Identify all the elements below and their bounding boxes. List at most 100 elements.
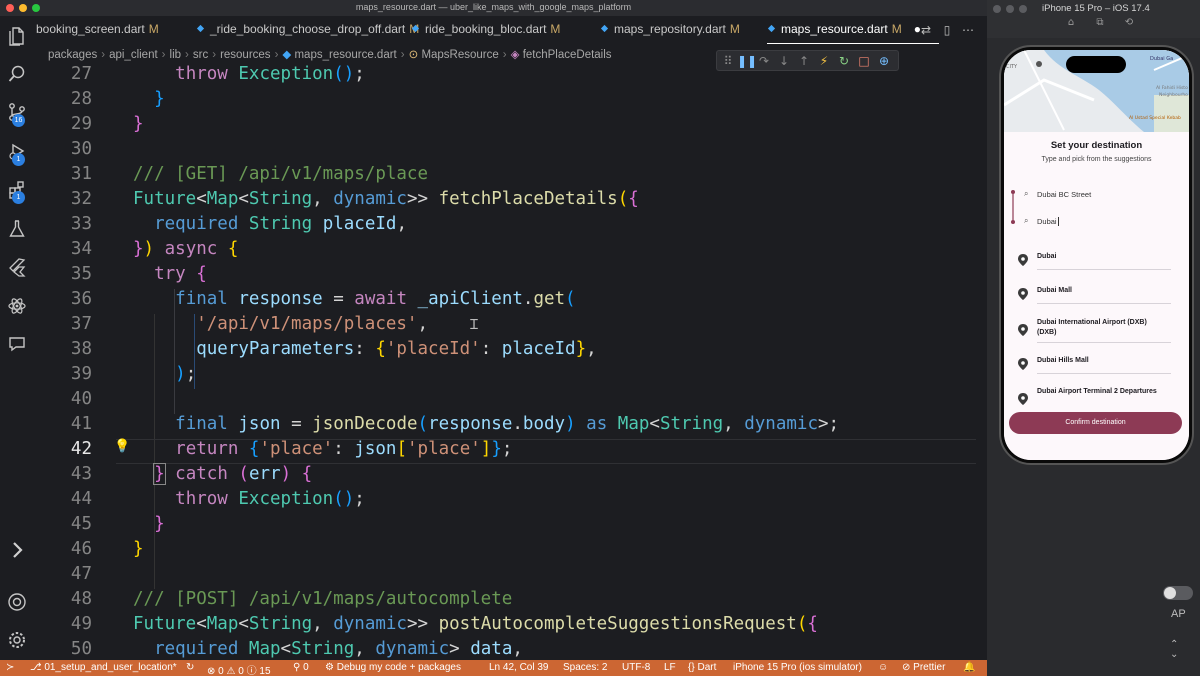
pickup-field[interactable]: ⌕ Dubai BC Street [1021,186,1181,204]
location-pin-icon [1018,324,1028,336]
line-number: 33 [70,214,92,234]
map-label: Dubai Ga [1150,56,1174,62]
line-number: 46 [70,539,92,559]
rotate-icon[interactable]: ⟲ [1123,17,1135,29]
prettier-status[interactable]: ⊘ Prettier [902,662,945,673]
sync-icon[interactable]: ↻ [186,662,194,673]
destination-search-input[interactable]: ⌕ Dubai [1021,213,1181,231]
breadcrumb-lib[interactable]: lib [170,49,182,61]
breadcrumb-api-client[interactable]: api_client [109,49,158,61]
line-number: 39 [70,364,92,384]
screenshot-icon[interactable]: ⧉ [1094,17,1106,29]
dart-file-icon [600,24,609,33]
more-actions-icon[interactable]: ⋯ [961,23,975,37]
code-line: '/api/v1/maps/places', Ɪ [196,314,478,334]
line-number: 44 [70,489,92,509]
code-line: } [133,539,144,559]
extensions-badge: 1 [12,191,25,204]
encoding[interactable]: UTF-8 [622,662,650,673]
sheet-subtitle: Type and pick from the suggestions [1041,156,1152,163]
line-number: 48 [70,589,92,609]
tab-booking-screen[interactable]: booking_screen.dart M [36,16,159,44]
remote-icon[interactable]: ≻ [6,662,14,673]
line-number: 27 [70,64,92,84]
branch-indicator[interactable]: ⎇ 01_setup_and_user_location* [30,662,177,673]
line-number: 40 [70,389,92,409]
tab-maps-resource[interactable]: maps_resource.dart M ● [767,16,939,44]
problems-indicator[interactable]: ⊗ 0 ⚠ 0 ⓘ 15 [207,662,271,676]
title-bar: maps_resource.dart — uber_like_maps_with… [0,0,987,16]
vscode-window: maps_resource.dart — uber_like_maps_with… [0,0,987,676]
notifications-bell-icon[interactable]: 🔔 [963,662,975,673]
line-number: 30 [70,139,92,159]
react-atom-icon[interactable] [7,296,27,316]
expand-collapse-icon[interactable]: ⌃ ⌄ [1170,640,1178,660]
ports-indicator[interactable]: ⚲ 0 [293,662,309,673]
zoom-window-button[interactable] [1019,5,1027,13]
explorer-icon[interactable] [7,26,27,46]
debug-config[interactable]: ⚙ Debug my code + packages [325,662,461,673]
dynamic-island [1066,56,1126,73]
breadcrumb-class[interactable]: MapsResource [421,49,498,61]
tab-ride-booking-choose-drop-off[interactable]: _ride_booking_choose_drop_off.dartM [196,16,419,44]
line-number: 41 [70,414,92,434]
close-window-button[interactable] [993,5,1001,13]
line-number: 29 [70,114,92,134]
code-line: } [133,114,144,134]
open-changes-icon[interactable]: ⇄ [919,23,933,37]
breadcrumb-file[interactable]: maps_resource.dart [294,49,396,61]
suggestion-item[interactable]: Dubai International Airport (DXB) (DXB) [1018,316,1178,350]
line-number: 35 [70,264,92,284]
code-line: }) async { [133,239,239,259]
suggestion-item[interactable]: Dubai Hills Mall [1018,354,1178,388]
line-number: 34 [70,239,92,259]
breadcrumb-method[interactable]: fetchPlaceDetails [523,49,612,61]
code-line: required String placeId, [154,214,407,234]
code-line: Future<Map<String, dynamic>> postAutocom… [133,614,818,634]
tab-maps-repository[interactable]: maps_repository.dart M [600,16,740,44]
toggle-switch[interactable] [1163,586,1193,600]
tab-ride-booking-bloc[interactable]: ride_booking_bloc.dart M [411,16,560,44]
line-number: 50 [70,639,92,659]
cursor-position[interactable]: Ln 42, Col 39 [489,662,549,673]
map-label: Al Ustad Special Kebab [1129,116,1181,121]
language-mode[interactable]: {} Dart [688,662,716,673]
expand-chevron-icon[interactable] [7,540,27,560]
accounts-icon[interactable] [7,592,27,612]
location-pin-icon [1018,393,1028,405]
device-selector[interactable]: iPhone 15 Pro (ios simulator) [733,662,862,673]
end-of-line[interactable]: LF [664,662,676,673]
code-line: ); [175,364,197,384]
lightbulb-icon[interactable]: 💡 [114,439,130,454]
code-line: final json = jsonDecode(response.body) a… [175,414,840,434]
string-literal: 'placeId' [385,339,481,359]
code-editor[interactable]: 27 throw Exception(); 28 } 29} 30 31 /// … [34,64,987,660]
code-comment: /// [GET] /api/v1/maps/place [133,164,429,184]
manage-gear-icon[interactable] [7,630,27,650]
minimize-window-button[interactable] [1006,5,1014,13]
copilot-icon[interactable]: ☺ [878,662,888,673]
code-line: Future<Map<String, dynamic>> fetchPlaceD… [133,189,639,209]
location-pin-icon [1018,358,1028,370]
split-editor-icon[interactable]: ▯ [940,23,954,37]
testing-flask-icon[interactable] [7,219,27,239]
activity-bar: 16 1 1 [0,16,34,660]
confirm-destination-button[interactable]: Confirm destination [1009,412,1182,434]
code-line: } [154,89,165,109]
suggestion-item[interactable]: Dubai [1018,250,1178,284]
breadcrumb-resources[interactable]: resources [220,49,271,61]
line-number: 28 [70,89,92,109]
home-icon[interactable]: ⌂ [1065,17,1077,29]
side-label: AP [1171,608,1186,620]
location-pin-icon [1018,288,1028,300]
suggestion-item[interactable]: Dubai Mall [1018,284,1178,318]
map-label: CITY [1006,64,1018,70]
indentation[interactable]: Spaces: 2 [563,662,607,673]
dart-file-icon [411,24,420,33]
breadcrumb-src[interactable]: src [193,49,208,61]
string-literal: 'place' [259,439,334,459]
flutter-icon[interactable] [7,257,27,277]
search-icon[interactable] [7,64,27,84]
comments-icon[interactable] [7,334,27,354]
breadcrumb-packages[interactable]: packages [48,49,97,61]
